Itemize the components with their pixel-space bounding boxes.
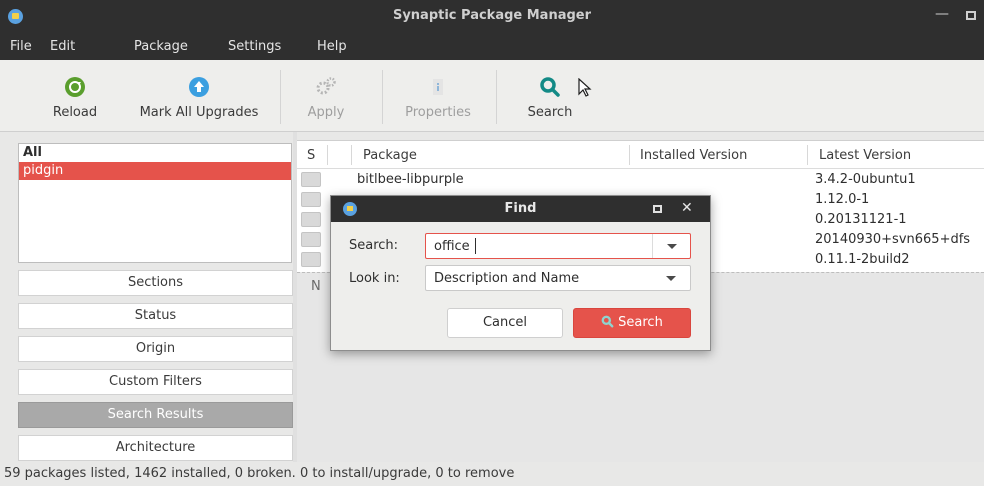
dialog-search-button[interactable]: Search <box>573 308 691 338</box>
find-dialog-titlebar: Find ✕ <box>331 196 710 222</box>
menu-settings[interactable]: Settings <box>228 39 281 54</box>
search-icon <box>540 77 560 97</box>
description-text: N <box>311 279 321 294</box>
reload-icon <box>65 77 85 97</box>
text-cursor <box>475 238 476 254</box>
search-input[interactable]: office <box>425 233 691 259</box>
search-input-value: office <box>434 239 470 254</box>
column-status[interactable]: S <box>307 148 315 163</box>
menu-bar: File Edit Package Settings Help <box>0 34 984 60</box>
apply-label: Apply <box>307 105 345 120</box>
mark-all-upgrades-label: Mark All Upgrades <box>139 105 259 120</box>
package-name: bitlbee-libpurple <box>357 172 464 187</box>
filter-item-all[interactable]: All <box>19 144 291 162</box>
properties-button[interactable]: Properties <box>392 60 484 132</box>
find-dialog: Find ✕ Search: office Look in: Descripti… <box>330 195 711 351</box>
column-separator <box>351 145 352 165</box>
look-in-label: Look in: <box>349 271 400 286</box>
latest-version: 3.4.2-0ubuntu1 <box>815 172 916 187</box>
status-checkbox[interactable] <box>301 172 321 187</box>
toolbar: Reload Mark All Upgrades Apply Propertie… <box>0 60 984 132</box>
sections-button[interactable]: Sections <box>18 270 293 296</box>
latest-version: 0.20131121-1 <box>815 212 907 227</box>
filter-item-pidgin[interactable]: pidgin <box>19 162 291 180</box>
column-package[interactable]: Package <box>363 148 417 163</box>
gears-icon <box>316 77 336 95</box>
close-icon[interactable]: ✕ <box>681 200 693 216</box>
menu-edit[interactable]: Edit <box>50 39 75 54</box>
look-in-select[interactable]: Description and Name <box>425 265 691 291</box>
chevron-down-icon[interactable] <box>652 234 690 258</box>
mouse-pointer-icon <box>578 78 592 97</box>
maximize-icon[interactable] <box>653 205 662 213</box>
minimize-icon[interactable]: — <box>935 6 949 22</box>
column-separator <box>629 145 630 165</box>
menu-package[interactable]: Package <box>134 39 188 54</box>
origin-button[interactable]: Origin <box>18 336 293 362</box>
status-button[interactable]: Status <box>18 303 293 329</box>
maximize-icon[interactable] <box>966 11 976 20</box>
dialog-search-label: Search <box>618 315 663 330</box>
chevron-down-icon[interactable] <box>652 266 690 290</box>
search-button[interactable]: Search <box>516 60 584 132</box>
toolbar-separator <box>382 70 383 124</box>
reload-button[interactable]: Reload <box>36 60 114 132</box>
search-field-label: Search: <box>349 238 399 253</box>
status-checkbox[interactable] <box>301 212 321 227</box>
window-titlebar: Synaptic Package Manager — <box>0 0 984 34</box>
search-results-button[interactable]: Search Results <box>18 402 293 428</box>
window-title: Synaptic Package Manager <box>392 8 592 23</box>
status-bar: 59 packages listed, 1462 installed, 0 br… <box>0 462 984 486</box>
upgrade-icon <box>189 77 209 97</box>
architecture-button[interactable]: Architecture <box>18 435 293 461</box>
status-bar-text: 59 packages listed, 1462 installed, 0 br… <box>4 466 515 481</box>
column-separator <box>327 145 328 165</box>
apply-button[interactable]: Apply <box>298 60 354 132</box>
menu-file[interactable]: File <box>10 39 32 54</box>
latest-version: 20140930+svn665+dfs <box>815 232 971 247</box>
package-list-header: S Package Installed Version Latest Versi… <box>297 141 984 169</box>
status-checkbox[interactable] <box>301 232 321 247</box>
toolbar-separator <box>280 70 281 124</box>
column-separator <box>807 145 808 165</box>
latest-version: 0.11.1-2build2 <box>815 252 910 267</box>
filter-list: All pidgin <box>18 143 292 263</box>
column-installed-version[interactable]: Installed Version <box>640 148 747 163</box>
look-in-value: Description and Name <box>434 271 580 286</box>
status-checkbox[interactable] <box>301 252 321 267</box>
column-latest-version[interactable]: Latest Version <box>819 148 911 163</box>
table-row[interactable]: bitlbee-libpurple 3.4.2-0ubuntu1 <box>297 170 984 190</box>
custom-filters-button[interactable]: Custom Filters <box>18 369 293 395</box>
properties-label: Properties <box>405 105 471 120</box>
toolbar-separator <box>496 70 497 124</box>
search-label: Search <box>527 105 573 120</box>
properties-icon <box>433 79 443 95</box>
cancel-button[interactable]: Cancel <box>447 308 563 338</box>
search-icon <box>601 315 614 328</box>
status-checkbox[interactable] <box>301 192 321 207</box>
mark-all-upgrades-button[interactable]: Mark All Upgrades <box>124 60 274 132</box>
reload-label: Reload <box>52 105 98 120</box>
latest-version: 1.12.0-1 <box>815 192 870 207</box>
menu-help[interactable]: Help <box>317 39 347 54</box>
